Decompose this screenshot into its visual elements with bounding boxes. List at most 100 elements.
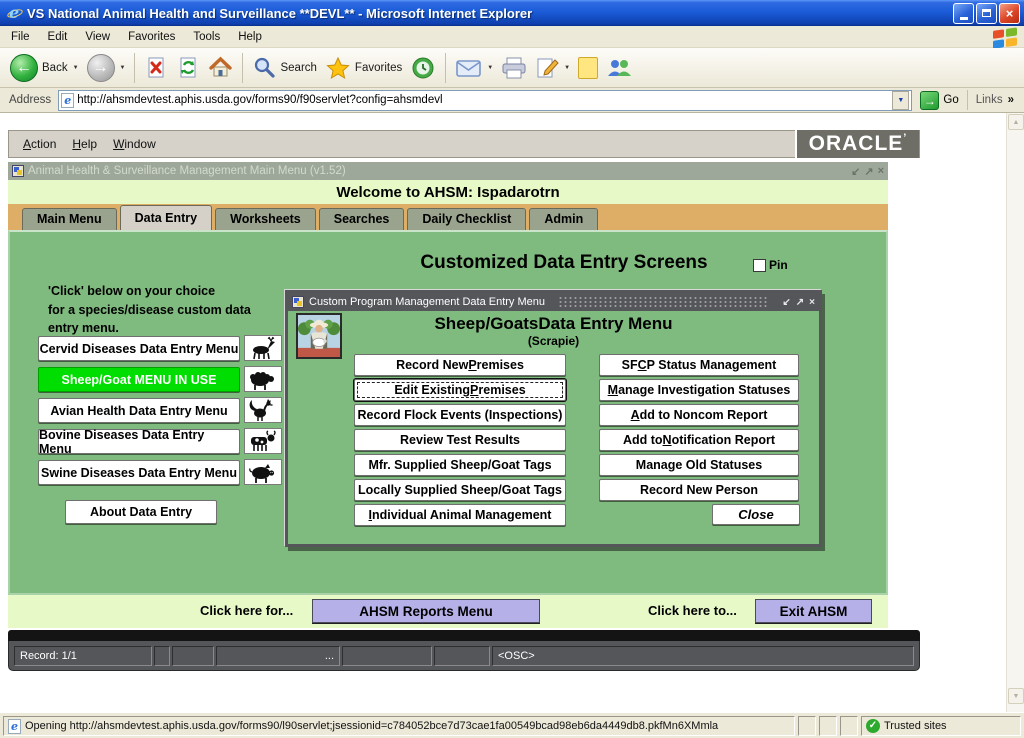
back-dropdown-icon[interactable]: ▼ — [73, 65, 79, 71]
menu-edit[interactable]: Edit — [39, 28, 77, 46]
tab-main-menu[interactable]: Main Menu — [22, 208, 117, 230]
mdi-window-titlebar[interactable]: Animal Health & Surveillance Management … — [8, 162, 888, 180]
tab-searches[interactable]: Searches — [319, 208, 405, 230]
dialog-titlebar[interactable]: Custom Program Management Data Entry Men… — [288, 293, 819, 311]
exit-ahsm-button[interactable]: Exit AHSM — [755, 599, 872, 623]
record-indicator: Record: 1/1 — [14, 646, 152, 666]
scroll-down-icon[interactable]: ▼ — [1008, 688, 1024, 704]
scroll-up-icon[interactable]: ▲ — [1008, 114, 1024, 130]
record-new-person-button[interactable]: Record New Person — [599, 479, 799, 501]
ie-statusbar: e Opening http://ahsmdevtest.aphis.usda.… — [0, 712, 1024, 738]
mdi-close-icon[interactable]: × — [878, 165, 884, 178]
forward-button[interactable]: → ▼ — [83, 52, 130, 84]
dialog-heading: Sheep/GoatsData Entry Menu — [288, 314, 819, 334]
favorites-button[interactable]: Favorites — [321, 54, 406, 82]
applet-menu-help[interactable]: Help — [64, 135, 105, 153]
oracle-logo: ORACLE — [795, 130, 919, 158]
address-field: e ▼ — [58, 90, 912, 111]
mfr-supplied-sheep-goat-tags-button[interactable]: Mfr. Supplied Sheep/Goat Tags — [354, 454, 566, 476]
cervid-diseases-data-entry-menu-button[interactable]: Cervid Diseases Data Entry Menu — [38, 336, 240, 361]
search-label: Search — [280, 62, 316, 74]
menu-help[interactable]: Help — [229, 28, 271, 46]
refresh-button[interactable] — [172, 54, 204, 82]
print-button[interactable] — [497, 54, 531, 82]
sfcp-status-management-button[interactable]: SFCP Status Management — [599, 354, 799, 376]
links-button[interactable]: Links » — [967, 90, 1022, 110]
review-test-results-button[interactable]: Review Test Results — [354, 429, 566, 451]
individual-animal-management-button[interactable]: Individual Animal Management — [354, 504, 566, 526]
stop-button[interactable] — [140, 54, 172, 82]
menu-favorites[interactable]: Favorites — [119, 28, 184, 46]
pin-checkbox[interactable] — [753, 259, 766, 272]
tab-data-entry[interactable]: Data Entry — [120, 205, 213, 230]
zone-label: Trusted sites — [884, 720, 947, 732]
species-menu-list: Cervid Diseases Data Entry Menu Sheep/Goa… — [38, 336, 240, 491]
manage-old-statuses-button[interactable]: Manage Old Statuses — [599, 454, 799, 476]
menu-view[interactable]: View — [76, 28, 119, 46]
messenger-button[interactable] — [602, 54, 637, 82]
address-input[interactable] — [74, 94, 892, 106]
go-icon: → — [920, 91, 939, 110]
record-flock-events-inspections-button[interactable]: Record Flock Events (Inspections) — [354, 404, 566, 426]
refresh-icon — [176, 56, 200, 80]
back-button[interactable]: ← Back ▼ — [6, 52, 83, 84]
search-button[interactable]: Search — [248, 54, 320, 82]
restore-button[interactable] — [976, 3, 997, 24]
instructions-text: 'Click' below on your choice for a speci… — [48, 282, 308, 338]
home-button[interactable] — [204, 54, 237, 82]
bovine-diseases-data-entry-menu-button[interactable]: Bovine Diseases Data Entry Menu — [38, 429, 240, 454]
about-data-entry-button[interactable]: About Data Entry — [65, 500, 217, 524]
edit-icon — [535, 56, 559, 80]
dialog-window-icon — [292, 296, 304, 308]
mail-dropdown-icon[interactable]: ▼ — [487, 65, 493, 71]
dialog-close-button[interactable]: Close — [712, 504, 800, 525]
applet-bottom-bar — [8, 630, 920, 641]
add-to-noncom-report-button[interactable]: Add to Noncom Report — [599, 404, 799, 426]
address-label: Address — [2, 94, 58, 106]
add-to-notification-report-button[interactable]: Add to Notification Report — [599, 429, 799, 451]
pin-label: Pin — [769, 258, 788, 272]
tab-daily-checklist[interactable]: Daily Checklist — [407, 208, 526, 230]
history-button[interactable] — [406, 53, 440, 83]
tab-admin[interactable]: Admin — [529, 208, 598, 230]
messenger-icon — [606, 56, 633, 80]
go-button[interactable]: → Go — [912, 91, 966, 110]
sheep-icon — [246, 367, 280, 391]
dialog-close-icon[interactable]: × — [809, 297, 815, 308]
mail-button[interactable]: ▼ — [451, 55, 497, 81]
applet-menu-window[interactable]: Window — [105, 135, 164, 153]
locally-supplied-sheep-goat-tags-button[interactable]: Locally Supplied Sheep/Goat Tags — [354, 479, 566, 501]
edit-button[interactable]: ▼ — [531, 54, 574, 82]
minimize-icon — [960, 17, 968, 20]
dialog-maximize-icon[interactable]: ↗ — [796, 297, 804, 308]
mdi-maximize-icon[interactable]: ↗ — [864, 165, 873, 178]
mdi-window-title: Animal Health & Surveillance Management … — [28, 165, 346, 177]
forward-icon: → — [87, 54, 115, 82]
swine-diseases-data-entry-menu-button[interactable]: Swine Diseases Data Entry Menu — [38, 460, 240, 485]
sheep-goat-menu-in-use-button[interactable]: Sheep/Goat MENU IN USE — [38, 367, 240, 392]
minimize-button[interactable] — [953, 3, 974, 24]
manage-investigation-statuses-button[interactable]: Manage Investigation Statuses — [599, 379, 799, 401]
security-zone: ✓ Trusted sites — [861, 716, 1021, 736]
notes-button[interactable] — [574, 55, 602, 81]
menu-tools[interactable]: Tools — [184, 28, 229, 46]
close-button[interactable]: × — [999, 3, 1020, 24]
menu-file[interactable]: File — [2, 28, 39, 46]
address-dropdown-icon[interactable]: ▼ — [892, 91, 909, 110]
tab-worksheets[interactable]: Worksheets — [215, 208, 316, 230]
toolbar-separator — [445, 53, 446, 83]
edit-existing-premises-button[interactable]: Edit Existing Premises — [354, 379, 566, 401]
ahsm-reports-menu-button[interactable]: AHSM Reports Menu — [312, 599, 540, 623]
record-new-premises-button[interactable]: Record New Premises — [354, 354, 566, 376]
browser-viewport: ActionHelpWindow ORACLE Animal Health & … — [0, 113, 1024, 712]
edit-dropdown-icon[interactable]: ▼ — [564, 65, 570, 71]
oracle-statusbar: Record: 1/1 ... <OSC> — [8, 641, 920, 671]
avian-health-data-entry-menu-button[interactable]: Avian Health Data Entry Menu — [38, 398, 240, 423]
links-label: Links — [976, 94, 1003, 106]
forward-dropdown-icon[interactable]: ▼ — [120, 65, 126, 71]
dialog-minimize-icon[interactable]: ↙ — [782, 297, 790, 308]
mdi-minimize-icon[interactable]: ↙ — [851, 165, 860, 178]
applet-menu-action[interactable]: Action — [15, 135, 64, 153]
page-scrollbar[interactable]: ▲ ▼ — [1006, 113, 1024, 712]
toolbar-separator — [242, 53, 243, 83]
